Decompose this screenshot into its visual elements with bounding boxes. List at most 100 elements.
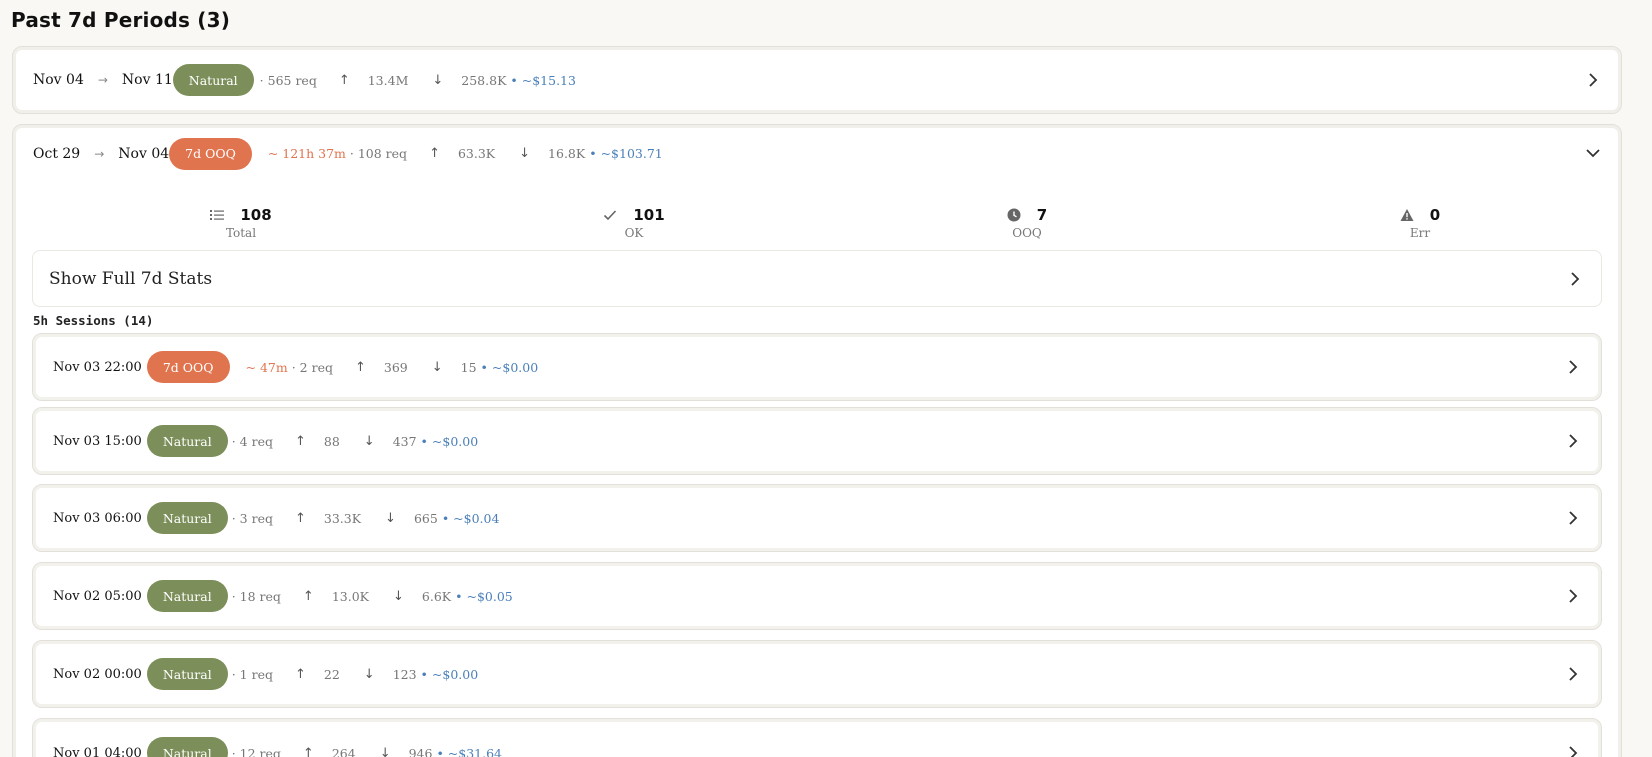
period-card[interactable]: Nov 04 → Nov 11 Natural · 565 req ↑ 13.4… xyxy=(12,46,1622,114)
tokens-in: 264 xyxy=(331,745,356,757)
request-count: · 565 req xyxy=(259,72,317,88)
arrow-down-icon: ↓ xyxy=(431,359,443,375)
arrow-down-icon: ↓ xyxy=(393,588,404,604)
stat-ooq: 7 OOQ xyxy=(967,206,1087,240)
session-date: Nov 03 15:00 xyxy=(53,433,142,449)
status-badge: Natural xyxy=(146,502,228,534)
arrow-up-icon: ↑ xyxy=(294,666,306,682)
chevron-down-icon[interactable] xyxy=(1585,145,1601,161)
show-full-stats-label: Show Full 7d Stats xyxy=(49,269,213,289)
session-row[interactable]: Nov 01 04:00 Natural · 12 req ↑ 264 ↓ 94… xyxy=(32,718,1602,757)
stat-ok: 101 OK xyxy=(574,206,694,240)
arrow-up-icon: ↑ xyxy=(338,72,350,88)
request-count: · 3 req xyxy=(231,510,273,526)
request-count: · 18 req xyxy=(231,588,281,604)
tokens-out: 6.6K xyxy=(421,588,452,604)
page-title: Past 7d Periods (3) xyxy=(11,8,231,32)
cost: • ~$0.00 xyxy=(420,433,479,449)
status-badge: Natural xyxy=(146,425,228,457)
sessions-heading: 5h Sessions (14) xyxy=(33,313,154,328)
cost: • ~$0.04 xyxy=(441,510,500,526)
period-end: Nov 11 xyxy=(121,72,173,88)
status-badge: Natural xyxy=(172,64,254,96)
chevron-right-icon xyxy=(1569,434,1578,448)
tokens-out: 258.8K xyxy=(461,72,507,88)
clock-icon xyxy=(1007,208,1021,222)
stat-value: 108 xyxy=(240,206,272,224)
arrow-down-icon: ↓ xyxy=(519,146,531,161)
stat-value: 0 xyxy=(1429,206,1441,224)
list-icon xyxy=(210,210,225,220)
stat-err: 0 Err xyxy=(1360,206,1480,240)
chevron-right-icon xyxy=(1569,667,1578,681)
arrow-down-icon: ↓ xyxy=(379,745,391,757)
ooq-duration: ~ 121h 37m xyxy=(267,146,346,161)
request-count: · 4 req xyxy=(231,433,273,449)
stat-total: 108 Total xyxy=(181,206,301,240)
status-badge: Natural xyxy=(146,580,228,612)
chevron-right-icon xyxy=(1569,360,1578,374)
arrow-right-icon: → xyxy=(94,146,105,161)
tokens-out: 665 xyxy=(413,510,438,526)
cost: • ~$31.64 xyxy=(436,745,503,757)
session-date: Nov 02 00:00 xyxy=(53,666,142,682)
arrow-up-icon: ↑ xyxy=(302,588,314,604)
tokens-in: 369 xyxy=(383,359,408,375)
request-count: · 108 req xyxy=(349,146,408,161)
arrow-right-icon: → xyxy=(97,73,108,87)
stat-label: OOQ xyxy=(1012,226,1042,240)
arrow-up-icon: ↑ xyxy=(294,510,306,526)
tokens-in: 13.4M xyxy=(367,72,409,88)
session-date: Nov 03 06:00 xyxy=(53,510,142,526)
cost: • ~$0.05 xyxy=(455,588,513,604)
session-row[interactable]: Nov 03 22:00 7d OOQ ~ 47m · 2 req ↑ 369 … xyxy=(32,333,1602,401)
arrow-down-icon: ↓ xyxy=(432,72,444,88)
show-full-stats-button[interactable]: Show Full 7d Stats xyxy=(32,250,1602,307)
tokens-out: 15 xyxy=(460,359,477,375)
cost: • ~$0.00 xyxy=(420,666,479,682)
arrow-down-icon: ↓ xyxy=(363,666,375,682)
period-start: Nov 04 xyxy=(33,72,84,88)
tokens-out: 16.8K xyxy=(548,146,586,161)
status-badge: Natural xyxy=(146,737,228,757)
cost: • ~$15.13 xyxy=(510,72,576,88)
tokens-in: 88 xyxy=(323,433,340,449)
stat-value: 7 xyxy=(1036,206,1048,224)
request-count: · 1 req xyxy=(231,666,273,682)
chevron-right-icon xyxy=(1571,271,1580,286)
session-row[interactable]: Nov 02 00:00 Natural · 1 req ↑ 22 ↓ 123 … xyxy=(32,640,1602,708)
cost: • ~$103.71 xyxy=(589,146,663,161)
session-date: Nov 03 22:00 xyxy=(53,359,142,375)
status-badge: Natural xyxy=(146,658,228,690)
session-date: Nov 02 05:00 xyxy=(53,588,142,604)
arrow-up-icon: ↑ xyxy=(429,146,440,161)
stat-label: OK xyxy=(624,226,644,240)
period-end: Nov 04 xyxy=(118,145,170,162)
session-row[interactable]: Nov 03 06:00 Natural · 3 req ↑ 33.3K ↓ 6… xyxy=(32,484,1602,552)
warning-icon xyxy=(1400,209,1414,221)
session-date: Nov 01 04:00 xyxy=(53,745,142,757)
tokens-in: 22 xyxy=(323,666,340,682)
arrow-down-icon: ↓ xyxy=(363,433,375,449)
period-header[interactable]: Oct 29 → Nov 04 7d OOQ ~ 121h 37m · 108 … xyxy=(13,125,1621,182)
ooq-duration: ~ 47m xyxy=(245,359,288,375)
stat-label: Total xyxy=(225,226,257,240)
status-badge: 7d OOQ xyxy=(169,137,252,170)
tokens-out: 946 xyxy=(408,745,433,757)
stat-label: Err xyxy=(1409,226,1431,240)
chevron-right-icon[interactable] xyxy=(1585,72,1601,88)
arrow-down-icon: ↓ xyxy=(385,510,396,526)
chevron-right-icon xyxy=(1569,746,1578,757)
request-count: · 2 req xyxy=(291,359,333,375)
session-row[interactable]: Nov 02 05:00 Natural · 18 req ↑ 13.0K ↓ … xyxy=(32,562,1602,630)
tokens-out: 123 xyxy=(392,666,417,682)
arrow-up-icon: ↑ xyxy=(294,433,306,449)
tokens-out: 437 xyxy=(392,433,417,449)
session-row[interactable]: Nov 03 15:00 Natural · 4 req ↑ 88 ↓ 437 … xyxy=(32,407,1602,475)
tokens-in: 63.3K xyxy=(457,146,496,161)
period-start: Oct 29 xyxy=(33,145,81,162)
arrow-up-icon: ↑ xyxy=(302,745,314,757)
tokens-in: 13.0K xyxy=(331,588,369,604)
stat-value: 101 xyxy=(633,206,665,224)
request-count: · 12 req xyxy=(231,745,281,757)
